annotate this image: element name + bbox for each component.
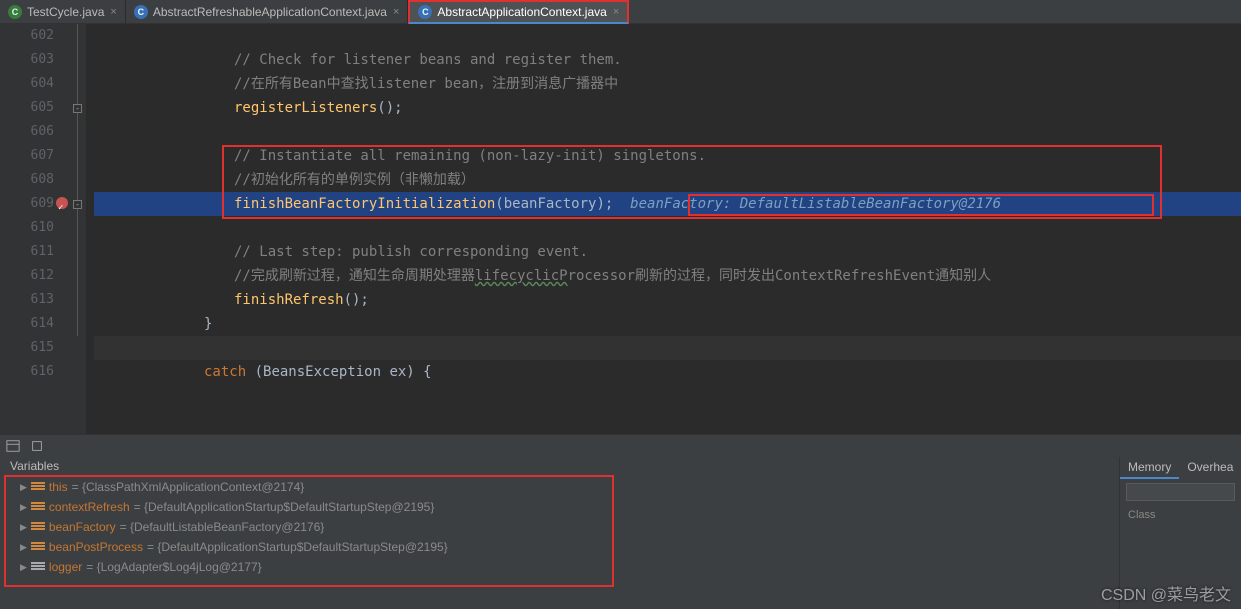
variable-icon: [31, 542, 45, 552]
variable-row[interactable]: ▶ beanFactory = {DefaultListableBeanFacto…: [6, 517, 1113, 537]
tab-label: TestCycle.java: [27, 5, 104, 19]
class-icon: C: [418, 5, 432, 19]
expand-icon[interactable]: ▶: [20, 542, 27, 553]
tab-testcycle[interactable]: C TestCycle.java ×: [0, 0, 126, 23]
variables-title: Variables: [6, 457, 1113, 477]
variable-icon: [31, 562, 45, 572]
comment: // Instantiate all remaining (non-lazy-i…: [234, 148, 706, 164]
variable-row[interactable]: ▶ contextRefresh = {DefaultApplicationSta…: [6, 497, 1113, 517]
expand-icon[interactable]: ▶: [20, 502, 27, 513]
variable-value: = {DefaultApplicationStartup$DefaultStar…: [147, 540, 448, 554]
variable-name: this: [49, 480, 68, 494]
tab-label: AbstractRefreshableApplicationContext.ja…: [153, 5, 387, 19]
memory-tab[interactable]: Memory: [1120, 457, 1179, 479]
expand-icon[interactable]: ▶: [20, 522, 27, 533]
memory-column-header: Class: [1120, 505, 1241, 525]
watermark: CSDN @菜鸟老文: [1101, 581, 1231, 605]
fold-icon[interactable]: -: [73, 200, 82, 209]
inline-hint: beanFactory: DefaultListableBeanFactory@…: [613, 196, 1009, 212]
restore-icon[interactable]: [30, 439, 44, 453]
variable-row[interactable]: ▶ beanPostProcess = {DefaultApplicationSt…: [6, 537, 1113, 557]
fold-column: - -: [72, 24, 86, 434]
class-icon: C: [8, 5, 22, 19]
editor-tabs: C TestCycle.java × C AbstractRefreshable…: [0, 0, 1241, 24]
memory-search: [1126, 483, 1235, 501]
expand-icon[interactable]: ▶: [20, 482, 27, 493]
tab-abstractapplication[interactable]: C AbstractApplicationContext.java ×: [408, 0, 629, 24]
breakpoint-icon[interactable]: [56, 197, 68, 209]
layout-icon[interactable]: [6, 439, 20, 453]
variable-icon: [31, 522, 45, 532]
memory-search-input[interactable]: [1126, 483, 1235, 501]
variable-value: = {DefaultListableBeanFactory@2176}: [120, 520, 325, 534]
debug-panel: Variables ▶ this = {ClassPathXmlApplicati…: [0, 434, 1241, 609]
close-icon[interactable]: ×: [613, 6, 619, 18]
variable-name: contextRefresh: [49, 500, 130, 514]
variable-name: beanPostProcess: [49, 540, 143, 554]
fold-icon[interactable]: -: [73, 104, 82, 113]
code-area[interactable]: // Check for listener beans and register…: [86, 24, 1241, 434]
class-icon: C: [134, 5, 148, 19]
tab-label: AbstractApplicationContext.java: [437, 5, 606, 19]
variable-name: logger: [49, 560, 82, 574]
line-gutter: 602603604605606607608 609 61061161261361…: [0, 24, 72, 434]
variable-value: = {LogAdapter$Log4jLog@2177}: [86, 560, 261, 574]
variable-icon: [31, 502, 45, 512]
variable-row[interactable]: ▶ logger = {LogAdapter$Log4jLog@2177}: [6, 557, 1113, 577]
code-editor[interactable]: 602603604605606607608 609 61061161261361…: [0, 24, 1241, 434]
comment: //初始化所有的单例实例（非懒加载）: [234, 172, 475, 188]
variable-value: = {ClassPathXmlApplicationContext@2174}: [72, 480, 305, 494]
expand-icon[interactable]: ▶: [20, 562, 27, 573]
debug-toolbar: [0, 435, 1241, 457]
variable-row[interactable]: ▶ this = {ClassPathXmlApplicationContext@…: [6, 477, 1113, 497]
close-icon[interactable]: ×: [393, 6, 399, 18]
tab-abstractrefreshable[interactable]: C AbstractRefreshableApplicationContext.…: [126, 0, 409, 23]
comment: //完成刷新过程，通知生命周期处理器lifecyclicProcessor刷新的…: [234, 268, 991, 284]
method-call: finishRefresh: [234, 292, 344, 308]
close-icon[interactable]: ×: [110, 6, 116, 18]
variable-icon: [31, 482, 45, 492]
variable-name: beanFactory: [49, 520, 116, 534]
comment: // Check for listener beans and register…: [234, 52, 622, 68]
variables-panel: Variables ▶ this = {ClassPathXmlApplicati…: [0, 457, 1119, 609]
method-call: registerListeners: [234, 100, 377, 116]
comment: //在所有Bean中查找listener bean，注册到消息广播器中: [234, 76, 618, 92]
overhead-tab[interactable]: Overhea: [1179, 457, 1241, 479]
comment: // Last step: publish corresponding even…: [234, 244, 588, 260]
variable-value: = {DefaultApplicationStartup$DefaultStar…: [134, 500, 435, 514]
execution-line: finishBeanFactoryInitialization(beanFact…: [94, 192, 1241, 216]
